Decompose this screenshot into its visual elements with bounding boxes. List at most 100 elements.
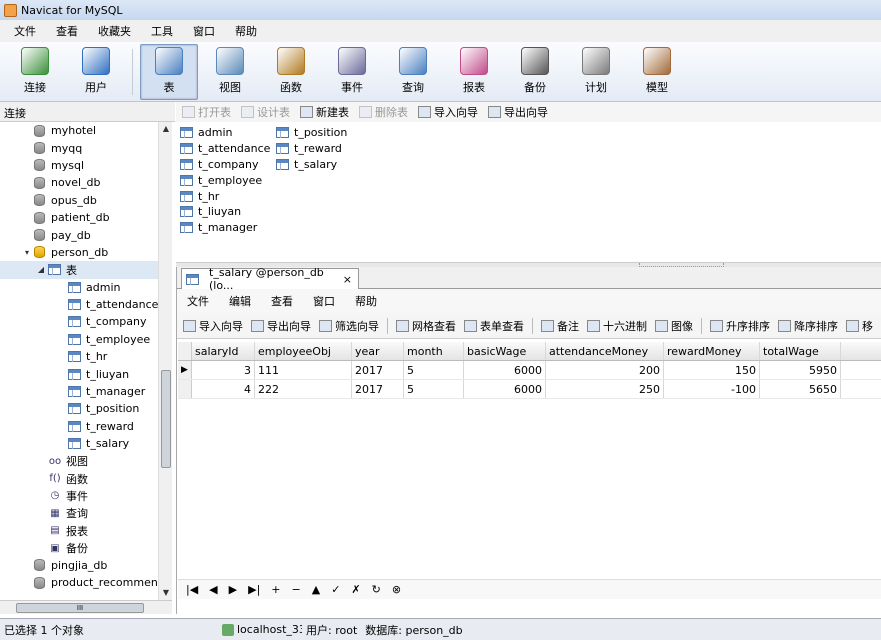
tree-table-item[interactable]: t_position bbox=[0, 400, 158, 417]
cell-totalwage[interactable]: 5650 bbox=[760, 380, 841, 398]
cell-salaryid[interactable]: 4 bbox=[192, 380, 255, 398]
object-list-item[interactable]: t_salary bbox=[276, 157, 347, 173]
menu-item-5[interactable]: 帮助 bbox=[225, 23, 267, 39]
table-row[interactable]: 4 222 2017 5 6000 250 -100 5650 bbox=[178, 380, 881, 399]
object-list-item[interactable]: t_liuyan bbox=[180, 204, 270, 220]
cell-attendancemoney[interactable]: 200 bbox=[546, 361, 664, 379]
column-header-month[interactable]: month bbox=[404, 342, 464, 360]
column-header-year[interactable]: year bbox=[352, 342, 404, 360]
toolbar-button-report[interactable]: 报表 bbox=[445, 44, 503, 100]
object-list-item[interactable]: t_employee bbox=[180, 172, 270, 188]
expand-icon[interactable]: ▾ bbox=[22, 248, 32, 257]
delete-record-icon[interactable]: − bbox=[292, 583, 301, 596]
cell-month[interactable]: 5 bbox=[404, 380, 464, 398]
toolbar-button-table[interactable]: 表 bbox=[140, 44, 198, 100]
tree-table-item[interactable]: t_hr bbox=[0, 348, 158, 365]
export-button[interactable]: 导出向导 bbox=[488, 104, 548, 120]
tree-tables-node[interactable]: ◢ 表 bbox=[0, 261, 158, 279]
design-table-button[interactable]: 设计表 bbox=[241, 104, 290, 120]
open-table-button[interactable]: 打开表 bbox=[182, 104, 231, 120]
tree-table-item[interactable]: t_salary bbox=[0, 435, 158, 452]
toolbar-button-model[interactable]: 模型 bbox=[628, 44, 686, 100]
image-button[interactable]: 图像 bbox=[655, 318, 693, 334]
menu-item-1[interactable]: 查看 bbox=[46, 23, 88, 39]
delete-table-button[interactable]: 删除表 bbox=[359, 104, 408, 120]
toolbar-button-schedule[interactable]: 计划 bbox=[567, 44, 625, 100]
column-header-attendancemoney[interactable]: attendanceMoney bbox=[546, 342, 664, 360]
refresh-icon[interactable]: ↻ bbox=[372, 583, 381, 596]
column-header-salaryid[interactable]: salaryId bbox=[192, 342, 255, 360]
add-record-icon[interactable]: + bbox=[271, 583, 280, 596]
cell-attendancemoney[interactable]: 250 bbox=[546, 380, 664, 398]
close-tab-icon[interactable]: × bbox=[343, 273, 352, 286]
object-list-item[interactable]: t_reward bbox=[276, 141, 347, 157]
edit-record-icon[interactable]: ▲ bbox=[312, 583, 320, 596]
editor-menu-item-1[interactable]: 编辑 bbox=[219, 293, 261, 309]
object-list-item[interactable]: t_position bbox=[276, 125, 347, 141]
tree-table-item[interactable]: t_attendance bbox=[0, 296, 158, 313]
column-header-basicwage[interactable]: basicWage bbox=[464, 342, 546, 360]
import-button[interactable]: 导入向导 bbox=[183, 318, 243, 334]
cell-basicwage[interactable]: 6000 bbox=[464, 380, 546, 398]
object-list-item[interactable]: t_manager bbox=[180, 220, 270, 236]
toolbar-button-function[interactable]: 函数 bbox=[262, 44, 320, 100]
cell-year[interactable]: 2017 bbox=[352, 361, 404, 379]
column-header-totalwage[interactable]: totalWage bbox=[760, 342, 841, 360]
tree-vertical-scrollbar[interactable]: ▲ ▼ bbox=[158, 122, 172, 600]
toolbar-button-user[interactable]: 用户 bbox=[67, 44, 125, 100]
grid-view-button[interactable]: 网格查看 bbox=[396, 318, 456, 334]
cell-totalwage[interactable]: 5950 bbox=[760, 361, 841, 379]
stop-icon[interactable]: ⊗ bbox=[392, 583, 401, 596]
tree-database-item[interactable]: patient_db bbox=[0, 209, 158, 226]
object-list-item[interactable]: t_attendance bbox=[180, 141, 270, 157]
tree-database-item[interactable]: myqq bbox=[0, 139, 158, 156]
collapse-icon[interactable]: ◢ bbox=[36, 265, 46, 274]
tree-object-backup[interactable]: ▣ 备份 bbox=[0, 539, 158, 556]
remove-sort-button[interactable]: 移 bbox=[846, 318, 873, 334]
tree-database-item[interactable]: novel_db bbox=[0, 174, 158, 191]
tree-object-event[interactable]: ◷ 事件 bbox=[0, 487, 158, 504]
scrollbar-thumb[interactable] bbox=[161, 370, 171, 468]
menu-item-0[interactable]: 文件 bbox=[4, 23, 46, 39]
toolbar-button-view[interactable]: 视图 bbox=[201, 44, 259, 100]
cell-basicwage[interactable]: 6000 bbox=[464, 361, 546, 379]
object-list-item[interactable]: t_company bbox=[180, 157, 270, 173]
editor-menu-item-2[interactable]: 查看 bbox=[261, 293, 303, 309]
editor-menu-item-3[interactable]: 窗口 bbox=[303, 293, 345, 309]
scroll-down-icon[interactable]: ▼ bbox=[159, 586, 173, 600]
cell-year[interactable]: 2017 bbox=[352, 380, 404, 398]
tree-object-function[interactable]: f() 函数 bbox=[0, 470, 158, 487]
sort-asc-button[interactable]: 升序排序 bbox=[710, 318, 770, 334]
tree-table-item[interactable]: t_reward bbox=[0, 418, 158, 435]
editor-menu-item-0[interactable]: 文件 bbox=[177, 293, 219, 309]
data-grid[interactable]: salaryId employeeObj year month basicWage att… bbox=[178, 342, 881, 399]
object-list-item[interactable]: admin bbox=[180, 125, 270, 141]
tree-table-item[interactable]: t_manager bbox=[0, 383, 158, 400]
table-row[interactable]: ▶ 3 111 2017 5 6000 200 150 5950 bbox=[178, 361, 881, 380]
tree-database-item[interactable]: myhotel bbox=[0, 122, 158, 139]
first-record-icon[interactable]: |◀ bbox=[186, 583, 198, 596]
toolbar-button-connection[interactable]: 连接 bbox=[6, 44, 64, 100]
form-view-button[interactable]: 表单查看 bbox=[464, 318, 524, 334]
cell-salaryid[interactable]: 3 bbox=[192, 361, 255, 379]
apply-changes-icon[interactable]: ✓ bbox=[331, 583, 340, 596]
memo-button[interactable]: 备注 bbox=[541, 318, 579, 334]
tree-object-view[interactable]: oo 视图 bbox=[0, 452, 158, 469]
cell-employeeobj[interactable]: 111 bbox=[255, 361, 352, 379]
hscroll-thumb[interactable]: III bbox=[16, 603, 144, 613]
cell-rewardmoney[interactable]: -100 bbox=[664, 380, 760, 398]
export-button[interactable]: 导出向导 bbox=[251, 318, 311, 334]
tree-database-item[interactable]: product_recommen bbox=[0, 574, 158, 591]
last-record-icon[interactable]: ▶| bbox=[248, 583, 260, 596]
sort-desc-button[interactable]: 降序排序 bbox=[778, 318, 838, 334]
cancel-changes-icon[interactable]: ✗ bbox=[351, 583, 360, 596]
menu-item-2[interactable]: 收藏夹 bbox=[88, 23, 141, 39]
tree-object-report[interactable]: ▤ 报表 bbox=[0, 522, 158, 539]
tree-table-item[interactable]: admin bbox=[0, 279, 158, 296]
filter-button[interactable]: 筛选向导 bbox=[319, 318, 379, 334]
cell-employeeobj[interactable]: 222 bbox=[255, 380, 352, 398]
menu-item-3[interactable]: 工具 bbox=[141, 23, 183, 39]
cell-month[interactable]: 5 bbox=[404, 361, 464, 379]
tree-database-item[interactable]: mysql bbox=[0, 157, 158, 174]
new-table-button[interactable]: 新建表 bbox=[300, 104, 349, 120]
